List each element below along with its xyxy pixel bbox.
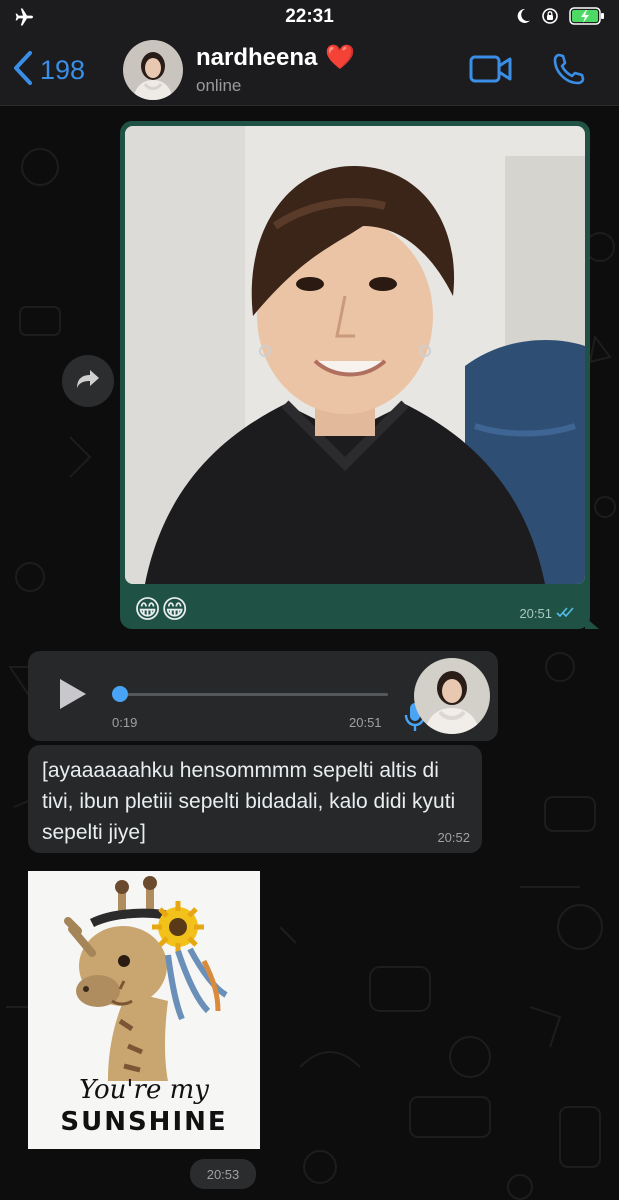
battery-charging-icon (569, 7, 605, 30)
voice-time: 20:51 (349, 715, 382, 730)
message-text: [ayaaaaaahku hensommmm sepelti altis di … (42, 759, 456, 844)
giraffe-illustration (28, 871, 260, 1081)
message-meta: 20:51 (519, 606, 576, 621)
message-time: 20:52 (437, 830, 470, 845)
sticker-time: 20:53 (190, 1159, 256, 1189)
heart-emoji: ❤️ (325, 44, 356, 71)
message-caption: 😁😁 (134, 594, 189, 624)
status-icons (515, 7, 605, 30)
back-chevron-icon (12, 50, 34, 91)
chat-header: 198 nardheena ❤️ online (0, 34, 619, 106)
phone-icon (551, 53, 587, 91)
play-icon (58, 679, 88, 715)
bubble-tail (585, 617, 599, 629)
incoming-text-message[interactable]: [ayaaaaaahku hensommmm sepelti altis di … (28, 745, 482, 853)
message-photo[interactable] (125, 126, 585, 584)
chat-area[interactable]: 😁😁 20:51 0:19 20:51 [ayaaaaaahku hensomm… (0, 107, 619, 1200)
play-button[interactable] (58, 677, 88, 716)
moon-icon (515, 8, 531, 29)
forward-button[interactable] (62, 355, 114, 407)
forward-arrow-icon (75, 368, 101, 395)
avatar[interactable] (123, 40, 183, 100)
back-button[interactable]: 198 (12, 50, 85, 91)
orientation-lock-icon (541, 7, 559, 30)
contact-name-text: nardheena (196, 43, 318, 71)
voice-duration: 0:19 (112, 715, 138, 730)
sticker-text-line1: You're my (79, 1075, 209, 1105)
contact-status: online (196, 76, 242, 95)
voice-sender-avatar (414, 658, 490, 734)
voice-progress-knob[interactable] (112, 686, 128, 702)
unread-count: 198 (40, 55, 86, 85)
sticker-text-line2: SUNSHINE (60, 1107, 228, 1137)
double-check-read-icon (556, 606, 576, 621)
video-call-icon (469, 55, 513, 88)
contact-name[interactable]: nardheena ❤️ (196, 43, 355, 72)
voice-call-button[interactable] (551, 51, 587, 92)
voice-message[interactable]: 0:19 20:51 (28, 651, 498, 741)
outgoing-image-message[interactable]: 😁😁 20:51 (120, 121, 599, 629)
status-bar: 22:31 (0, 0, 619, 34)
voice-progress-track[interactable] (120, 693, 388, 696)
giraffe-sticker[interactable]: You're my SUNSHINE (28, 871, 260, 1149)
message-time: 20:51 (519, 606, 552, 621)
video-call-button[interactable] (469, 54, 513, 89)
